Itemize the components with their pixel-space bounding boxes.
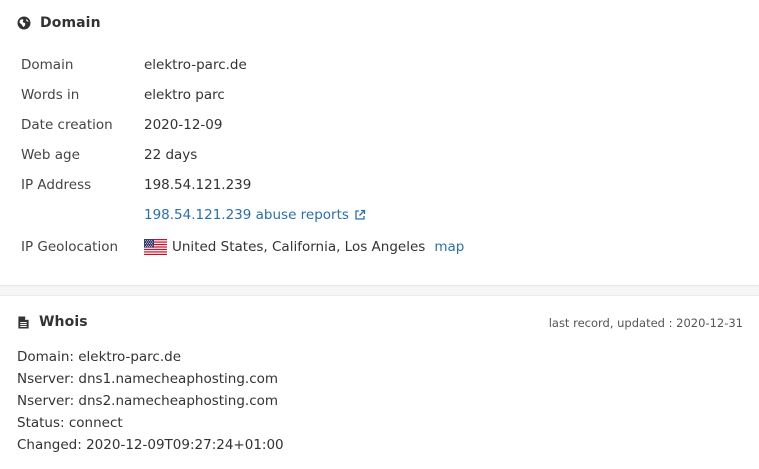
date-creation-value: 2020-12-09: [144, 117, 223, 133]
document-icon: [18, 315, 29, 329]
domain-label: Domain: [21, 57, 74, 73]
ip-geolocation-value: United States, California, Los Angeles: [172, 239, 426, 255]
words-in-label: Words in: [21, 87, 80, 103]
globe-icon: [17, 16, 31, 30]
domain-panel: Domain Domain elektro-parc.de Words in e…: [0, 0, 759, 286]
whois-line: Nserver: dns1.namecheaphosting.com: [17, 371, 279, 387]
web-age-label: Web age: [21, 147, 80, 163]
external-link-icon[interactable]: [354, 209, 366, 221]
ip-address-link[interactable]: 198.54.121.239: [144, 177, 251, 193]
abuse-reports-link[interactable]: 198.54.121.239 abuse reports: [144, 207, 349, 223]
whois-line: Nserver: dns2.namecheaphosting.com: [17, 393, 279, 409]
abuse-reports-wrapper: 198.54.121.239 abuse reports: [144, 207, 366, 223]
ip-geolocation-value-wrapper: United States, California, Los Angeles m…: [144, 239, 464, 255]
words-in-value: elektro parc: [144, 87, 225, 103]
section-divider: [0, 285, 759, 296]
domain-value: elektro-parc.de: [144, 57, 247, 73]
domain-section-header: Domain: [17, 15, 101, 31]
date-creation-label: Date creation: [21, 117, 113, 133]
whois-last-record: last record, updated : 2020-12-31: [548, 316, 743, 330]
whois-line: Status: connect: [17, 415, 123, 431]
domain-section-title: Domain: [40, 15, 101, 31]
whois-line: Changed: 2020-12-09T09:27:24+01:00: [17, 437, 284, 453]
ip-address-label: IP Address: [21, 177, 92, 193]
us-flag-icon: [144, 239, 167, 255]
ip-geolocation-label: IP Geolocation: [21, 239, 119, 255]
whois-section-title: Whois: [39, 314, 88, 330]
whois-section-header: Whois: [17, 314, 88, 330]
whois-line: Domain: elektro-parc.de: [17, 349, 182, 365]
map-link[interactable]: map: [434, 239, 464, 255]
web-age-value: 22 days: [144, 147, 198, 163]
